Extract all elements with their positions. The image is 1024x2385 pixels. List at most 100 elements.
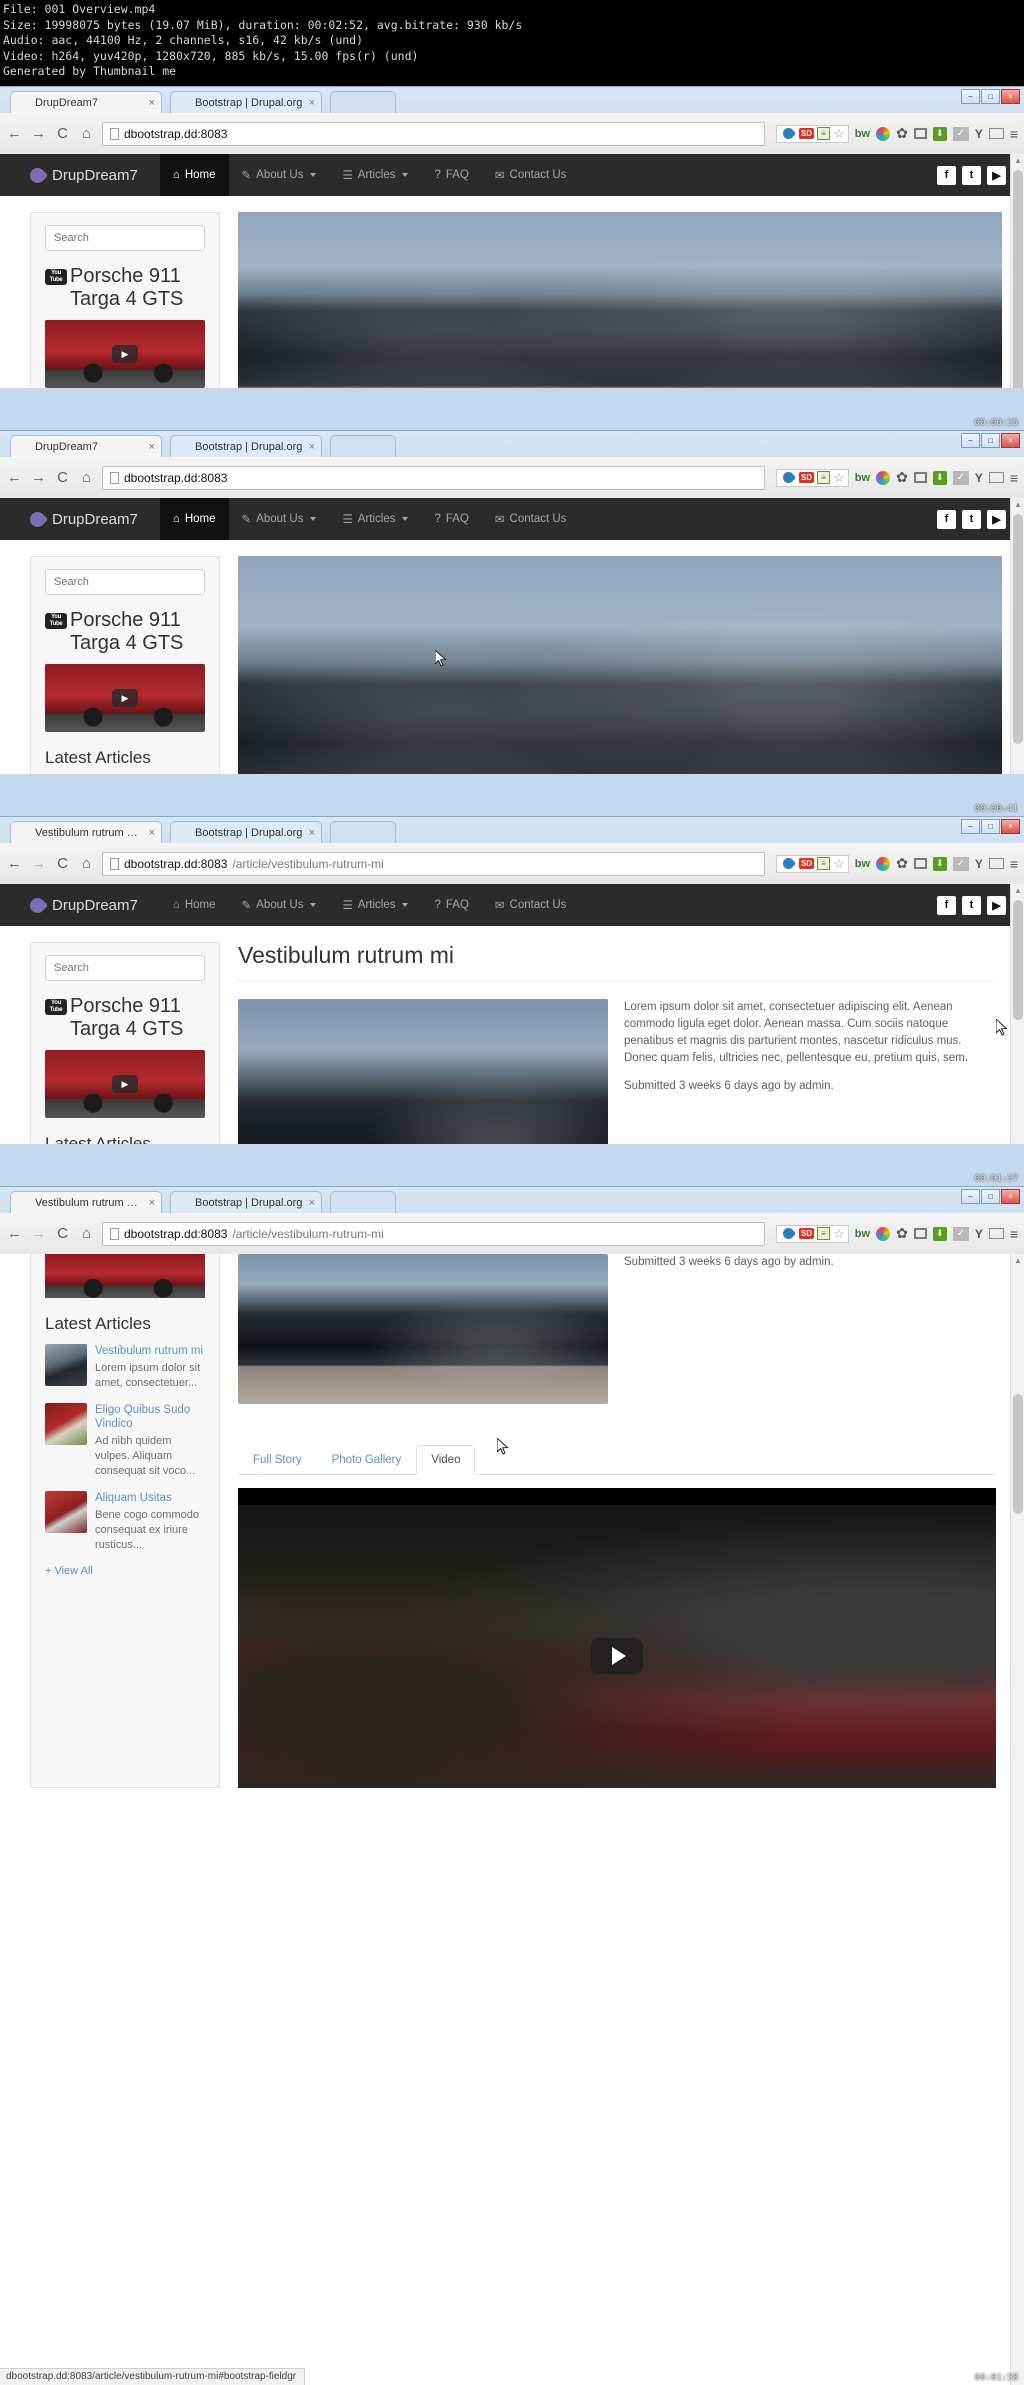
- forward-icon[interactable]: →: [30, 855, 47, 872]
- forward-icon[interactable]: →: [30, 469, 47, 486]
- yahoo-y-icon[interactable]: Y: [975, 1227, 983, 1241]
- nav-item-about-us[interactable]: ✎ About Us: [229, 154, 330, 196]
- sd-badge-icon[interactable]: SD: [799, 858, 815, 869]
- list-item[interactable]: Eligo Quibus Sudo Vindico Ad nibh quidem…: [45, 1403, 205, 1479]
- browser-tab-article[interactable]: Vestibulum rutrum mi | D… ×: [10, 1191, 162, 1213]
- checkmark-icon[interactable]: ✓: [952, 856, 969, 871]
- drupal-droplet-icon[interactable]: [780, 125, 796, 142]
- chrome-menu-icon[interactable]: ≡: [1010, 470, 1018, 486]
- close-icon[interactable]: ×: [149, 441, 155, 453]
- bw-extension-icon[interactable]: bw: [855, 472, 870, 484]
- tab-full-story[interactable]: Full Story: [238, 1445, 317, 1475]
- extension-group[interactable]: SD ≡ ☆: [776, 854, 849, 873]
- color-wheel-icon[interactable]: [876, 856, 891, 871]
- browser-tab-article[interactable]: Vestibulum rutrum mi | D… ×: [10, 821, 162, 843]
- tab-photo-gallery[interactable]: Photo Gallery: [317, 1445, 417, 1475]
- browser-tab-bootstrap-drupal[interactable]: Bootstrap | Drupal.org ×: [170, 1191, 322, 1213]
- home-icon[interactable]: ⌂: [78, 469, 95, 486]
- color-wheel-icon[interactable]: [876, 470, 891, 485]
- youtube-icon[interactable]: ▶: [987, 895, 1006, 915]
- frame-capture-icon[interactable]: [913, 858, 927, 869]
- hero-carousel[interactable]: Praesent blandit laoreet nibh In auctor …: [238, 212, 1002, 388]
- reload-icon[interactable]: C: [54, 855, 71, 872]
- gear-icon[interactable]: ✿: [896, 1225, 908, 1242]
- bw-extension-icon[interactable]: bw: [855, 128, 870, 140]
- checkmark-icon[interactable]: ✓: [952, 1226, 969, 1241]
- search-input[interactable]: [46, 226, 204, 250]
- green-download-icon[interactable]: ⬇: [932, 1226, 947, 1241]
- close-icon[interactable]: ×: [309, 827, 315, 839]
- twitter-icon[interactable]: t: [962, 165, 981, 185]
- green-download-icon[interactable]: ⬇: [932, 470, 947, 485]
- browser-tab-bootstrap-drupal[interactable]: Bootstrap | Drupal.org ×: [170, 821, 322, 843]
- extension-group[interactable]: SD ≡ ☆: [776, 468, 849, 487]
- search-button[interactable]: Search: [204, 956, 205, 980]
- feed-reader-icon[interactable]: ≡: [817, 127, 831, 140]
- frame-capture-icon[interactable]: [913, 1228, 927, 1239]
- close-icon[interactable]: ×: [309, 97, 315, 109]
- reload-icon[interactable]: C: [54, 1225, 71, 1242]
- bookmark-star-icon[interactable]: ☆: [833, 1226, 845, 1242]
- bookmark-star-icon[interactable]: ☆: [833, 856, 845, 872]
- facebook-icon[interactable]: f: [937, 509, 956, 529]
- maximize-button[interactable]: □: [981, 1189, 1000, 1204]
- nav-item-home[interactable]: ⌂ Home: [160, 884, 229, 926]
- back-icon[interactable]: ←: [6, 1225, 23, 1242]
- search-button[interactable]: Search: [204, 226, 205, 250]
- new-tab-button[interactable]: [330, 821, 396, 843]
- minimize-button[interactable]: –: [961, 1189, 980, 1204]
- search-button[interactable]: Search: [204, 570, 205, 594]
- scroll-up-icon[interactable]: ▲: [1014, 886, 1022, 895]
- forward-icon[interactable]: →: [30, 1225, 47, 1242]
- article-link[interactable]: Vestibulum rutrum mi: [95, 1344, 205, 1358]
- bw-extension-icon[interactable]: bw: [855, 858, 870, 870]
- color-wheel-icon[interactable]: [876, 126, 891, 141]
- back-icon[interactable]: ←: [6, 125, 23, 142]
- close-window-button[interactable]: ×: [1001, 819, 1020, 834]
- close-icon[interactable]: ×: [149, 827, 155, 839]
- play-icon[interactable]: ▶: [112, 345, 138, 363]
- cast-icon[interactable]: [988, 128, 1004, 139]
- reload-icon[interactable]: C: [54, 469, 71, 486]
- forward-icon[interactable]: →: [30, 125, 47, 142]
- nav-item-faq[interactable]: ? FAQ: [421, 154, 481, 196]
- facebook-icon[interactable]: f: [937, 165, 956, 185]
- list-item[interactable]: Vestibulum rutrum mi Lorem ipsum dolor s…: [45, 1344, 205, 1391]
- maximize-button[interactable]: □: [981, 819, 1000, 834]
- bw-extension-icon[interactable]: bw: [855, 1228, 870, 1240]
- search-input[interactable]: [46, 570, 204, 594]
- scroll-up-icon[interactable]: ▲: [1014, 1256, 1022, 1265]
- close-icon[interactable]: ×: [149, 97, 155, 109]
- reload-icon[interactable]: C: [54, 125, 71, 142]
- nav-item-about-us[interactable]: ✎ About Us: [229, 884, 330, 926]
- address-bar[interactable]: dbootstrap.dd:8083/article/vestibulum-ru…: [102, 1221, 766, 1246]
- feed-reader-icon[interactable]: ≡: [817, 471, 831, 484]
- scrollbar-thumb[interactable]: [1013, 514, 1023, 744]
- address-bar[interactable]: dbootstrap.dd:8083: [102, 121, 766, 146]
- sd-badge-icon[interactable]: SD: [799, 128, 815, 139]
- site-brand[interactable]: DrupDream7: [26, 164, 160, 186]
- sd-badge-icon[interactable]: SD: [799, 1228, 815, 1239]
- tab-pane-video[interactable]: [238, 1488, 996, 1788]
- gear-icon[interactable]: ✿: [896, 855, 908, 872]
- youtube-icon[interactable]: ▶: [987, 509, 1006, 529]
- video-thumbnail[interactable]: [45, 1254, 205, 1298]
- page-info-icon[interactable]: [110, 127, 119, 140]
- new-tab-button[interactable]: [330, 91, 396, 113]
- nav-item-faq[interactable]: ? FAQ: [421, 498, 481, 540]
- new-tab-button[interactable]: [330, 435, 396, 457]
- nav-item-contact-us[interactable]: ✉ Contact Us: [482, 498, 580, 540]
- address-bar[interactable]: dbootstrap.dd:8083: [102, 465, 766, 490]
- chrome-menu-icon[interactable]: ≡: [1010, 856, 1018, 872]
- video-thumbnail[interactable]: ▶: [45, 664, 205, 732]
- green-download-icon[interactable]: ⬇: [932, 856, 947, 871]
- nav-item-contact-us[interactable]: ✉ Contact Us: [482, 884, 580, 926]
- back-icon[interactable]: ←: [6, 855, 23, 872]
- page-info-icon[interactable]: [110, 1227, 119, 1240]
- video-thumbnail[interactable]: ▶: [45, 320, 205, 388]
- address-bar[interactable]: dbootstrap.dd:8083/article/vestibulum-ru…: [102, 851, 766, 876]
- close-icon[interactable]: ×: [309, 1197, 315, 1209]
- chrome-menu-icon[interactable]: ≡: [1010, 126, 1018, 142]
- feed-reader-icon[interactable]: ≡: [817, 857, 831, 870]
- bookmark-star-icon[interactable]: ☆: [833, 126, 845, 142]
